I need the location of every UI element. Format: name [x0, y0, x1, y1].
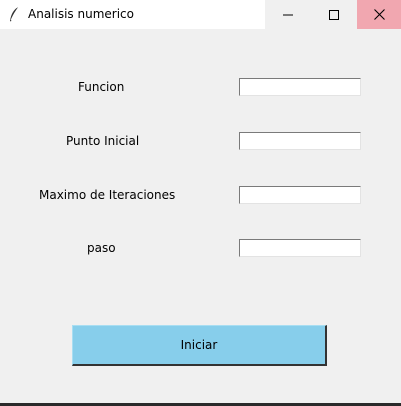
iniciar-button[interactable]: Iniciar — [72, 325, 327, 366]
maximize-button[interactable] — [311, 0, 357, 29]
minimize-button[interactable] — [265, 0, 311, 29]
punto-inicial-input[interactable] — [239, 132, 361, 150]
maximize-icon — [329, 5, 339, 24]
title-bar[interactable]: Analisis numerico — [0, 0, 401, 29]
funcion-label: Funcion — [78, 80, 125, 94]
window-title: Analisis numerico — [28, 7, 134, 21]
maximo-iteraciones-input[interactable] — [239, 186, 361, 204]
paso-label: paso — [87, 241, 116, 255]
feather-icon — [8, 6, 20, 23]
funcion-input[interactable] — [239, 78, 361, 96]
maximo-iteraciones-label: Maximo de Iteraciones — [39, 188, 176, 202]
close-button[interactable] — [357, 0, 401, 29]
app-window: Analisis numerico Funcion Punto Inicial … — [0, 0, 401, 406]
punto-inicial-label: Punto Inicial — [66, 134, 140, 148]
paso-input[interactable] — [239, 239, 361, 257]
minimize-icon — [283, 5, 293, 24]
close-icon — [373, 5, 385, 24]
